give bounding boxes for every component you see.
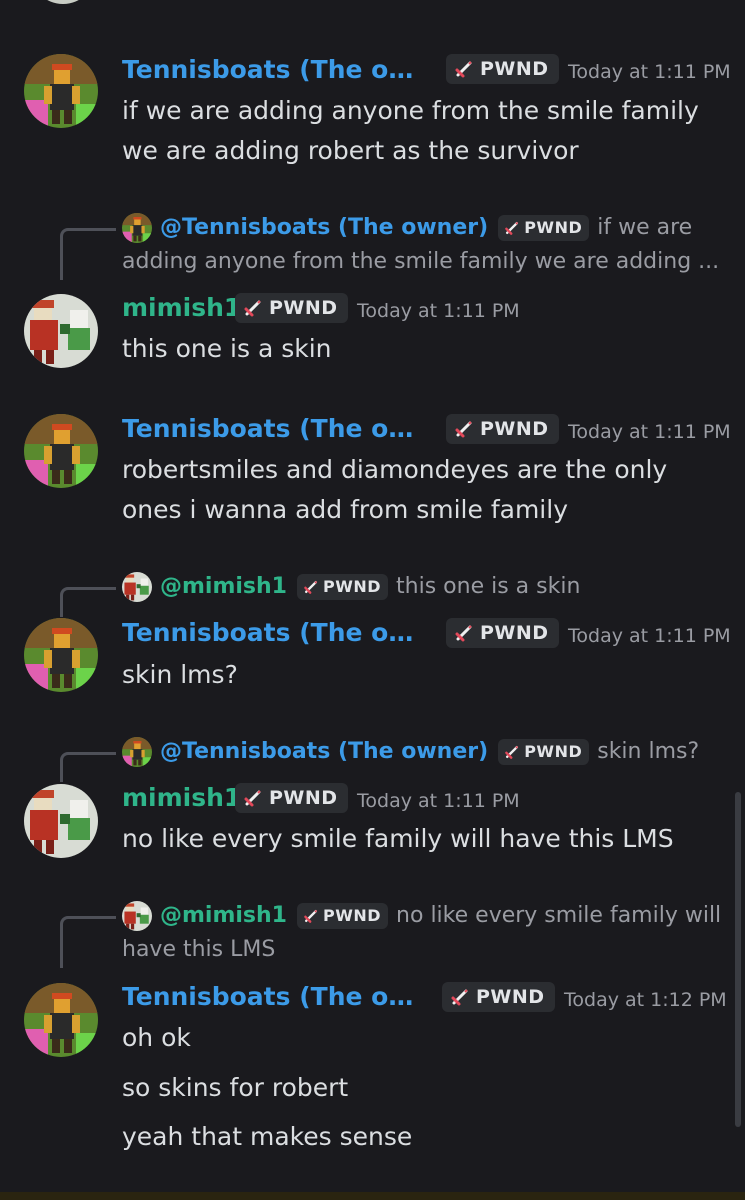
author-name[interactable]: mimish1 [122,293,241,323]
reply-spine [60,587,116,617]
avatar-partial-top [30,0,96,4]
message-text: skin lms? [122,660,238,689]
reply-text: this one is a skin [396,574,581,599]
timestamp: Today at 1:11 PM [357,790,520,812]
reply-preview[interactable]: @Tennisboats (The owner) PWND if we are [122,213,692,243]
timestamp: Today at 1:11 PM [568,61,731,83]
author-name[interactable]: mimish1 [122,783,241,813]
pwnd-badge: PWND [498,215,590,241]
message-text: no like every smile family will have thi… [122,824,674,853]
timestamp: Today at 1:11 PM [357,300,520,322]
pwnd-badge: PWND [297,903,389,929]
author-name[interactable]: Tennisboats (The own... [122,414,434,444]
pwnd-badge: PWND [446,54,559,84]
reply-author[interactable]: @mimish1 [160,902,287,930]
reply-preview[interactable]: @Tennisboats (The owner) PWND skin lms? [122,737,699,767]
reply-preview[interactable]: @mimish1 PWND no like every smile family… [122,901,721,931]
bottom-edge [0,1192,745,1200]
sword-icon [504,744,520,760]
sword-icon [454,623,474,643]
reply-text: skin lms? [597,739,700,764]
reply-author[interactable]: @Tennisboats (The owner) [160,738,488,766]
reply-avatar [122,737,152,767]
author-name[interactable]: Tennisboats (The own... [122,982,434,1012]
message-text: yeah that makes sense [122,1122,413,1151]
reply-spine [60,228,116,280]
pwnd-badge: PWND [498,739,590,765]
avatar-tennisboats[interactable] [24,54,98,128]
sword-icon [243,298,263,318]
avatar-mimish1[interactable] [24,294,98,368]
pwnd-badge: PWND [297,574,389,600]
reply-spine [60,752,116,782]
message-text: so skins for robert [122,1073,349,1102]
message-text: if we are adding anyone from the smile f… [122,96,699,125]
avatar-tennisboats[interactable] [24,983,98,1057]
avatar-tennisboats[interactable] [24,414,98,488]
sword-icon [303,908,319,924]
reply-text: no like every smile family will [396,903,722,928]
reply-text-continued[interactable]: have this LMS [122,936,275,964]
message-text: we are adding robert as the survivor [122,136,579,165]
reply-text: if we are [597,215,693,240]
message-text: oh ok [122,1023,191,1052]
sword-icon [243,788,263,808]
reply-spine [60,916,116,968]
timestamp: Today at 1:11 PM [568,625,731,647]
sword-icon [454,419,474,439]
pwnd-badge: PWND [442,982,555,1012]
reply-avatar [122,572,152,602]
sword-icon [303,579,319,595]
author-name[interactable]: Tennisboats (The own... [122,618,434,648]
avatar-mimish1[interactable] [24,784,98,858]
reply-author[interactable]: @mimish1 [160,573,287,601]
scrollbar[interactable] [735,792,741,1127]
sword-icon [504,220,520,236]
reply-avatar [122,213,152,243]
sword-icon [454,59,474,79]
reply-author[interactable]: @Tennisboats (The owner) [160,214,488,242]
pwnd-badge: PWND [235,783,348,813]
pwnd-badge: PWND [446,618,559,648]
message-text: robertsmiles and diamondeyes are the onl… [122,455,668,484]
reply-preview[interactable]: @mimish1 PWND this one is a skin [122,572,580,602]
timestamp: Today at 1:11 PM [568,421,731,443]
author-name[interactable]: Tennisboats (The own... [122,55,434,85]
pwnd-badge: PWND [446,414,559,444]
reply-text-continued[interactable]: adding anyone from the smile family we a… [122,248,719,276]
pwnd-badge: PWND [235,293,348,323]
message-text: this one is a skin [122,334,332,363]
sword-icon [450,987,470,1007]
message-text: ones i wanna add from smile family [122,495,568,524]
timestamp: Today at 1:12 PM [564,989,727,1011]
reply-avatar [122,901,152,931]
avatar-tennisboats[interactable] [24,618,98,692]
